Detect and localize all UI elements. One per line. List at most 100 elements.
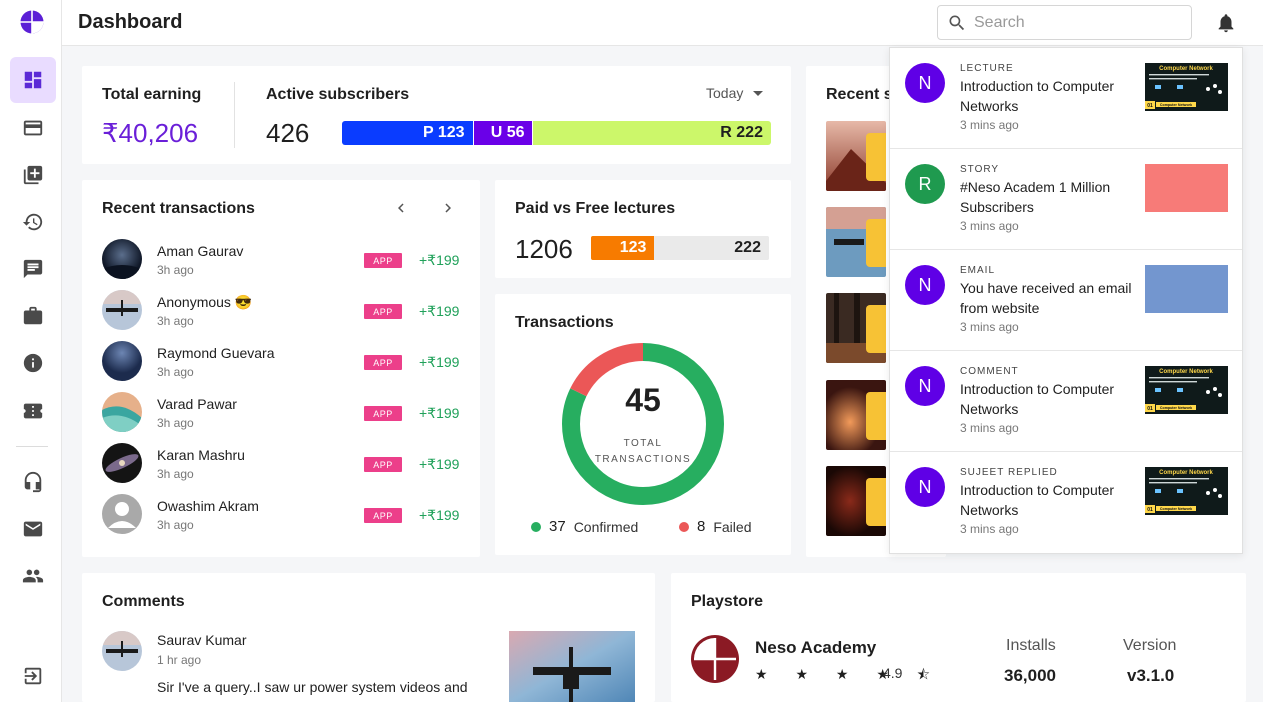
sidebar-item-people[interactable] xyxy=(10,553,56,599)
notification-avatar: N xyxy=(905,265,945,305)
notification-avatar: N xyxy=(905,63,945,103)
page-title: Dashboard xyxy=(78,11,183,33)
sidebar-item-messages[interactable] xyxy=(10,246,56,292)
transaction-name: Anonymous 😎 xyxy=(157,294,253,310)
legend-failed: 8 Failed xyxy=(679,518,751,535)
transaction-row[interactable]: Karan Mashru 3h ago APP +₹199 xyxy=(102,443,462,487)
headset-icon xyxy=(24,471,42,493)
sidebar-item-logout[interactable] xyxy=(10,653,56,699)
free-segment: 222 xyxy=(654,236,769,260)
notification-avatar: N xyxy=(905,366,945,406)
donut-total-value: 45 xyxy=(625,382,661,418)
notification-item[interactable]: N SUJEET REPLIED Introduction to Compute… xyxy=(890,452,1242,553)
avatar xyxy=(102,239,142,279)
sidebar-item-add-content[interactable] xyxy=(10,152,56,198)
sidebar-item-payments[interactable] xyxy=(10,105,56,151)
comment-thumbnail[interactable] xyxy=(509,631,635,702)
notification-text: Introduction to Computer Networks xyxy=(960,381,1115,417)
notification-thumbnail xyxy=(1145,164,1228,212)
transaction-row[interactable]: Raymond Guevara 3h ago APP +₹199 xyxy=(102,341,462,385)
sidebar-item-mail[interactable] xyxy=(10,506,56,552)
chevron-down-icon xyxy=(753,90,764,96)
active-subscribers-value: 426 xyxy=(266,118,310,148)
sidebar-item-work[interactable] xyxy=(10,293,56,339)
avatar xyxy=(102,443,142,483)
transaction-name: Varad Pawar xyxy=(157,396,237,412)
transaction-row[interactable]: Owashim Akram 3h ago APP +₹199 xyxy=(102,494,462,538)
thumbnail-title: Computer Network xyxy=(1159,369,1213,375)
paid-free-bar: 123 222 xyxy=(591,236,769,260)
story-thumbnail[interactable] xyxy=(826,293,886,363)
comment-text: Sir I've a query..I saw ur power system … xyxy=(157,679,468,695)
thumbnail-number: 01 xyxy=(1147,406,1153,412)
notification-item[interactable]: N EMAIL You have received an email from … xyxy=(890,250,1242,351)
library-add-icon xyxy=(23,165,43,185)
notification-type: COMMENT xyxy=(960,366,1019,377)
playstore-title: Playstore xyxy=(691,593,764,610)
app-badge: APP xyxy=(364,406,402,421)
ticket-icon xyxy=(23,403,43,419)
notification-time: 3 mins ago xyxy=(960,522,1019,536)
dashboard-icon xyxy=(24,71,42,89)
search-input[interactable] xyxy=(974,12,1184,34)
confirmed-dot xyxy=(531,521,541,532)
story-badge xyxy=(866,219,886,267)
avatar xyxy=(102,631,142,671)
app-badge: APP xyxy=(364,304,402,319)
story-thumbnail[interactable] xyxy=(826,207,886,277)
subscribers-segment-r: R 222 xyxy=(533,121,771,145)
story-thumbnail[interactable] xyxy=(826,121,886,191)
total-earning-value: ₹40,206 xyxy=(102,118,199,148)
transaction-row[interactable]: Anonymous 😎 3h ago APP +₹199 xyxy=(102,290,462,334)
paid-segment: 123 xyxy=(591,236,655,260)
thumbnail-number: 01 xyxy=(1147,507,1153,513)
chevron-left-icon xyxy=(398,203,404,213)
avatar xyxy=(102,392,142,432)
sidebar-item-tickets[interactable] xyxy=(10,388,56,434)
rating-stars: ★ ★ ★ ★ ⯪ xyxy=(755,666,943,682)
paid-free-card: Paid vs Free lectures 1206 123 222 xyxy=(495,180,791,278)
notification-item[interactable]: R STORY #Neso Academ 1 Million Subscribe… xyxy=(890,149,1242,250)
transactions-donut-card: Transactions 45 TOTAL TRANSACTIONS 37 Co… xyxy=(495,294,791,555)
neso-logo-icon[interactable] xyxy=(20,10,44,34)
notification-item[interactable]: N LECTURE Introduction to Computer Netwo… xyxy=(890,48,1242,149)
notification-text: Introduction to Computer Networks xyxy=(960,482,1115,518)
next-page-button[interactable] xyxy=(438,198,458,218)
notification-avatar: R xyxy=(905,164,945,204)
story-thumbnail[interactable] xyxy=(826,466,886,536)
transactions-donut-title: Transactions xyxy=(515,314,614,331)
period-select[interactable]: Today xyxy=(706,85,764,101)
search-box[interactable] xyxy=(937,5,1192,40)
sidebar-item-info[interactable] xyxy=(10,340,56,386)
comment-author: Saurav Kumar xyxy=(157,632,247,648)
failed-label: Failed xyxy=(713,518,752,535)
search-icon xyxy=(949,15,965,31)
sidebar-item-dashboard[interactable] xyxy=(10,57,56,103)
active-subscribers-label: Active subscribers xyxy=(266,86,410,103)
donut-svg xyxy=(562,343,724,505)
transaction-amount: +₹199 xyxy=(419,405,460,421)
transaction-row[interactable]: Varad Pawar 3h ago APP +₹199 xyxy=(102,392,462,436)
neso-academy-logo-icon xyxy=(691,635,739,683)
notification-thumbnail: Computer Network 01 Computer Network xyxy=(1145,467,1228,515)
transaction-amount: +₹199 xyxy=(419,354,460,370)
prev-page-button[interactable] xyxy=(391,198,411,218)
app-name: Neso Academy xyxy=(755,638,877,657)
story-badge xyxy=(866,392,886,440)
transaction-row[interactable]: Aman Gaurav 3h ago APP +₹199 xyxy=(102,239,462,283)
notifications-button[interactable] xyxy=(1215,12,1237,34)
recent-transactions-card: Recent transactions Aman Gaurav 3h ago A… xyxy=(82,180,480,557)
notification-time: 3 mins ago xyxy=(960,219,1019,233)
story-thumbnail[interactable] xyxy=(826,380,886,450)
notification-item[interactable]: N COMMENT Introduction to Computer Netwo… xyxy=(890,351,1242,452)
notifications-dropdown: N LECTURE Introduction to Computer Netwo… xyxy=(889,47,1243,554)
avatar xyxy=(102,341,142,381)
installs-value: 36,000 xyxy=(1004,666,1056,685)
thumbnail-number: 01 xyxy=(1147,103,1153,109)
notification-text: Introduction to Computer Networks xyxy=(960,78,1115,114)
failed-dot xyxy=(679,521,689,532)
sidebar-item-support[interactable] xyxy=(10,459,56,505)
info-icon xyxy=(23,353,43,373)
confirmed-label: Confirmed xyxy=(573,518,639,535)
sidebar-item-history[interactable] xyxy=(10,199,56,245)
